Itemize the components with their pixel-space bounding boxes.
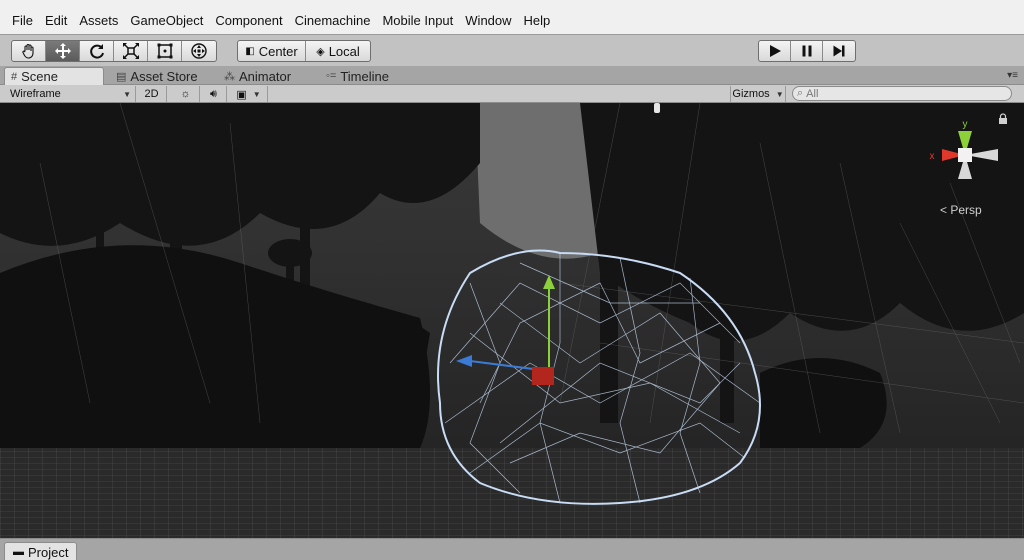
play-icon: [769, 45, 781, 57]
menu-bar: File Edit Assets GameObject Component Ci…: [0, 8, 1024, 34]
scene-toolbar: Wireframe ▼ 2D ☼ 🔊︎ ▣ ▼ Gizmos ▼ ⌕ All: [0, 85, 1024, 103]
window-title-bar: [0, 0, 1024, 8]
menu-window[interactable]: Window: [459, 8, 517, 34]
tab-asset-store[interactable]: ▤ Asset Store: [110, 67, 204, 85]
transform-icon: [191, 43, 207, 59]
tab-timeline-label: Timeline: [340, 68, 389, 84]
tab-scene[interactable]: # Scene: [4, 67, 104, 85]
scene-viewport[interactable]: y x < Persp: [0, 103, 1024, 538]
scene-lighting-toggle[interactable]: ☼: [172, 86, 200, 102]
toggle-2d-button[interactable]: 2D: [137, 86, 167, 102]
image-icon: ▣: [236, 88, 247, 101]
tab-asset-store-label: Asset Store: [130, 68, 198, 84]
x-axis-handle-icon: [532, 367, 554, 385]
pivot-center-button[interactable]: ◧ Center: [238, 41, 306, 61]
panel-menu-icon[interactable]: ▾≡: [1007, 70, 1018, 81]
timeline-icon: ◦=: [326, 70, 337, 82]
menu-assets[interactable]: Assets: [73, 8, 124, 34]
pivot-label: Center: [258, 43, 298, 59]
menu-cinemachine[interactable]: Cinemachine: [289, 8, 377, 34]
grid-icon: #: [11, 70, 18, 83]
hand-icon: [21, 43, 34, 59]
speaker-icon: 🔊︎: [210, 87, 217, 100]
scale-tool-button[interactable]: [114, 41, 148, 61]
pivot-controls: ◧ Center ◈ Local: [237, 40, 371, 62]
center-pivot-icon: ◧: [245, 45, 255, 57]
projection-label[interactable]: < Persp: [940, 203, 982, 217]
menu-component[interactable]: Component: [209, 8, 288, 34]
play-button[interactable]: [759, 41, 791, 61]
folder-icon: ▬: [13, 546, 24, 558]
main-toolbar: ◧ Center ◈ Local: [0, 34, 1024, 66]
bottom-panel-tabs: ▬ Project: [0, 538, 1024, 560]
menu-help[interactable]: Help: [518, 8, 557, 34]
pivot-local-button[interactable]: ◈ Local: [306, 41, 370, 61]
store-icon: ▤: [116, 70, 127, 83]
sun-icon: ☼: [180, 88, 191, 100]
scene-search-field[interactable]: ⌕ All: [792, 86, 1012, 101]
gizmos-dropdown[interactable]: Gizmos ▼: [730, 86, 786, 102]
local-cube-icon: ◈: [316, 45, 325, 58]
shading-mode-dropdown[interactable]: Wireframe ▼: [0, 86, 136, 102]
tab-project[interactable]: ▬ Project: [4, 542, 78, 560]
gizmo-center-cube-icon: [958, 148, 972, 162]
tab-scene-label: Scene: [21, 69, 58, 84]
space-label: Local: [328, 43, 360, 59]
step-icon: [833, 45, 845, 57]
tab-animator-label: Animator: [239, 68, 292, 84]
tab-project-label: Project: [28, 544, 69, 560]
chevron-down-icon: ▼: [252, 89, 261, 99]
chevron-left-icon: <: [940, 203, 948, 217]
transform-tools: [11, 40, 217, 62]
rotate-icon: [89, 44, 104, 59]
rect-tool-button[interactable]: [148, 41, 182, 61]
rotate-tool-button[interactable]: [80, 41, 114, 61]
gizmo-y-label: y: [963, 119, 968, 130]
projection-text: Persp: [950, 203, 982, 217]
rect-icon: [157, 43, 172, 59]
tab-timeline[interactable]: ◦= Timeline: [320, 67, 395, 85]
gizmos-label: Gizmos: [732, 88, 770, 100]
menu-gameobject[interactable]: GameObject: [124, 8, 209, 34]
scene-effects-dropdown[interactable]: ▣ ▼: [230, 86, 268, 102]
editor-tab-row: # Scene ▤ Asset Store ⁂ Animator ◦= Time…: [0, 66, 1024, 85]
search-icon: ⌕: [797, 87, 804, 99]
orientation-gizmo[interactable]: y x: [920, 115, 1010, 205]
animator-icon: ⁂: [224, 70, 235, 83]
tab-animator[interactable]: ⁂ Animator: [218, 67, 297, 85]
scene-audio-toggle[interactable]: 🔊︎: [201, 86, 227, 102]
move-icon: [54, 43, 71, 59]
chevron-down-icon: ▼: [123, 89, 131, 99]
move-tool-button[interactable]: [46, 41, 80, 61]
menu-file[interactable]: File: [6, 8, 39, 34]
hand-tool-button[interactable]: [12, 41, 46, 61]
pause-button[interactable]: [791, 41, 823, 61]
step-button[interactable]: [823, 41, 855, 61]
scale-icon: [122, 43, 139, 59]
pause-icon: [802, 45, 811, 57]
gizmo-x-label: x: [930, 151, 935, 162]
transform-tool-button[interactable]: [182, 41, 216, 61]
scene-render: [0, 103, 1024, 538]
play-controls: [758, 40, 856, 62]
toggle-2d-label: 2D: [144, 88, 159, 100]
menu-mobile-input[interactable]: Mobile Input: [376, 8, 459, 34]
search-placeholder: All: [806, 87, 819, 100]
shading-mode-label: Wireframe: [10, 88, 61, 100]
light-marker-icon: [654, 103, 660, 113]
menu-edit[interactable]: Edit: [39, 8, 73, 34]
chevron-down-icon: ▼: [775, 89, 784, 99]
